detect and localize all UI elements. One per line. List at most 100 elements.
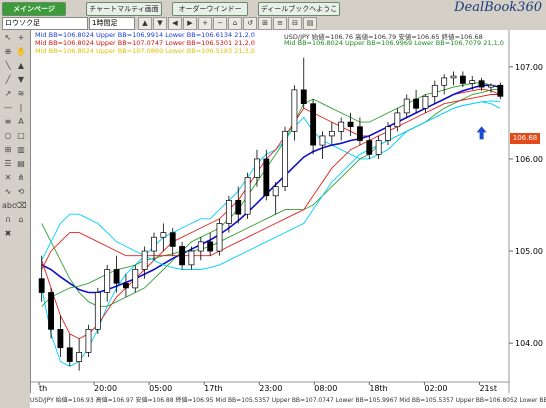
toolbar-button-8[interactable]: ⊞ xyxy=(258,17,272,30)
candle-body xyxy=(225,200,232,224)
candle-body xyxy=(403,98,410,114)
x-tick-label: 02:00 xyxy=(424,384,447,393)
price-chart[interactable]: 104.00 105.00 106.00 107.00 th 20:00 05:00 17th… xyxy=(30,30,546,402)
candle-body xyxy=(431,84,438,97)
x-tick-label: 18th xyxy=(369,384,387,393)
circle-icon[interactable]: ○ xyxy=(2,130,14,142)
candle-body xyxy=(366,140,373,155)
candle-body xyxy=(94,292,101,330)
line-icon[interactable]: ╱ xyxy=(2,74,14,86)
band-line-5 xyxy=(41,94,501,270)
candle-body xyxy=(488,84,494,88)
candle-body xyxy=(207,241,214,252)
candle-body xyxy=(263,158,270,197)
candle-body xyxy=(300,89,307,105)
text-icon[interactable]: A xyxy=(15,116,27,128)
toolbar-button-1[interactable]: ▼ xyxy=(153,17,167,30)
bb-legend-3: Mid BB=106.8024 Upper BB=106.9969 Lower … xyxy=(284,39,504,47)
candle-body xyxy=(291,89,298,132)
toolbar-button-0[interactable]: ▲ xyxy=(138,17,152,30)
bb-legend-4: Mid BB=106.8024 Upper BB=107.0869 Lower … xyxy=(35,47,255,55)
toolbar-button-3[interactable]: ▶ xyxy=(183,17,197,30)
timeframe-select[interactable]: 1時間足 xyxy=(89,17,135,30)
cycle-icon[interactable]: ⟲ xyxy=(15,186,27,198)
arrow-up-icon[interactable]: ▲ xyxy=(15,60,27,72)
candle-body xyxy=(413,98,420,109)
delete-icon[interactable]: ✖ xyxy=(2,228,14,240)
bb-legend-1: Mid BB=106.8024 Upper BB=106.9914 Lower … xyxy=(35,31,255,39)
chart-toolbar: ロウソク足 1時間足 ▲ ▼ ◀ ▶ + − ⌂ ↺ ⊞ ≡ ⊟ ▤ xyxy=(0,16,546,30)
candle-body xyxy=(394,112,401,128)
bb-legend-2: Mid BB=106.8024 Upper BB=107.0747 Lower … xyxy=(35,39,255,47)
toolbar-button-7[interactable]: ↺ xyxy=(243,17,257,30)
toolbar-button-2[interactable]: ◀ xyxy=(168,17,182,30)
y-tick-label: 106.00 xyxy=(515,155,543,164)
candle-body xyxy=(216,223,223,252)
candle-body xyxy=(113,269,120,284)
toolbar-button-6[interactable]: ⌂ xyxy=(228,17,242,30)
layers-icon[interactable]: ▤ xyxy=(15,158,27,170)
candle-body xyxy=(347,121,354,128)
lock-icon[interactable]: ⌂ xyxy=(15,214,27,226)
candle-body xyxy=(132,269,139,289)
drawing-toolbar: ↖ + ⊕ ✋ ╲ ▲ ╱ ▼ ↗ ≋ — | ≡ A ○ □ ⊞ ▥ ☰ ▤ … xyxy=(0,30,29,402)
zoom-icon[interactable]: ⊕ xyxy=(2,46,14,58)
horizontal-line-icon[interactable]: — xyxy=(2,102,14,114)
band-line-0 xyxy=(41,101,501,367)
candle-body xyxy=(57,328,64,349)
x-tick-label: 23:00 xyxy=(259,384,282,393)
candle-body xyxy=(104,269,111,293)
grid-icon[interactable]: ⊞ xyxy=(2,144,14,156)
candle-body xyxy=(48,292,54,330)
x-tick-label: 20:00 xyxy=(94,384,117,393)
fibonacci-icon[interactable]: ≡ xyxy=(2,116,14,128)
magnet-icon[interactable]: ∩ xyxy=(2,214,14,226)
x-tick-label: th xyxy=(39,384,47,393)
candle-body xyxy=(450,75,457,79)
tab-dealbook-welcome[interactable]: ディールブックへようこそ xyxy=(258,2,340,25)
y-tick-label: 105.00 xyxy=(515,247,543,256)
bars-icon[interactable]: ▥ xyxy=(15,144,27,156)
ray-icon[interactable]: ↗ xyxy=(2,88,14,100)
y-tick-label: 104.00 xyxy=(515,339,543,348)
wave-icon[interactable]: ∿ xyxy=(2,186,14,198)
candle-body xyxy=(422,95,429,109)
band-line-6 xyxy=(41,100,501,270)
pitchfork-icon[interactable]: ⋔ xyxy=(15,172,27,184)
cursor-icon[interactable]: ↖ xyxy=(2,32,14,44)
tab-bar: メインページ チャートマルティ画面 オーダーウインドー ディールブックへようこそ… xyxy=(0,0,546,25)
list-icon[interactable]: ☰ xyxy=(2,158,14,170)
gann-icon[interactable]: ✕ xyxy=(2,172,14,184)
tab-main-page[interactable]: メインページ xyxy=(2,2,66,16)
toolbar-button-5[interactable]: − xyxy=(213,17,227,30)
toolbar-button-4[interactable]: + xyxy=(198,17,212,30)
tab-chart-multi[interactable]: チャートマルティ画面 xyxy=(86,2,162,16)
x-tick-label: 08:00 xyxy=(314,384,337,393)
eraser-icon[interactable]: ⌫ xyxy=(15,200,27,212)
rectangle-icon[interactable]: □ xyxy=(15,130,27,142)
trendline-icon[interactable]: ╲ xyxy=(2,60,14,72)
candle-body xyxy=(188,250,195,266)
abc-icon[interactable]: abc xyxy=(2,200,16,212)
toolbar-button-11[interactable]: ▤ xyxy=(303,17,317,30)
candle-body xyxy=(254,158,260,178)
chart-type-select[interactable]: ロウソク足 xyxy=(2,17,88,30)
tab-order-window[interactable]: オーダーウインドー xyxy=(172,2,248,16)
toolbar-button-9[interactable]: ≡ xyxy=(273,17,287,30)
candle-body xyxy=(160,232,167,238)
candle-body xyxy=(282,130,288,187)
candle-body xyxy=(38,278,45,293)
vertical-line-icon[interactable]: | xyxy=(15,102,27,114)
candle-body xyxy=(375,140,382,155)
candle-body xyxy=(66,347,73,362)
hand-icon[interactable]: ✋ xyxy=(15,46,27,58)
arrow-down-icon[interactable]: ▼ xyxy=(15,74,27,86)
candle-body xyxy=(85,328,92,353)
toolbar-button-10[interactable]: ⊟ xyxy=(288,17,302,30)
candle-body xyxy=(141,250,148,270)
crosshair-icon[interactable]: + xyxy=(15,32,27,44)
candle-body xyxy=(338,121,345,132)
band-line-1 xyxy=(41,88,501,340)
chart-canvas[interactable]: 104.00 105.00 106.00 107.00 th 20:00 05:00 17th… xyxy=(31,30,546,393)
channel-icon[interactable]: ≋ xyxy=(15,88,27,100)
